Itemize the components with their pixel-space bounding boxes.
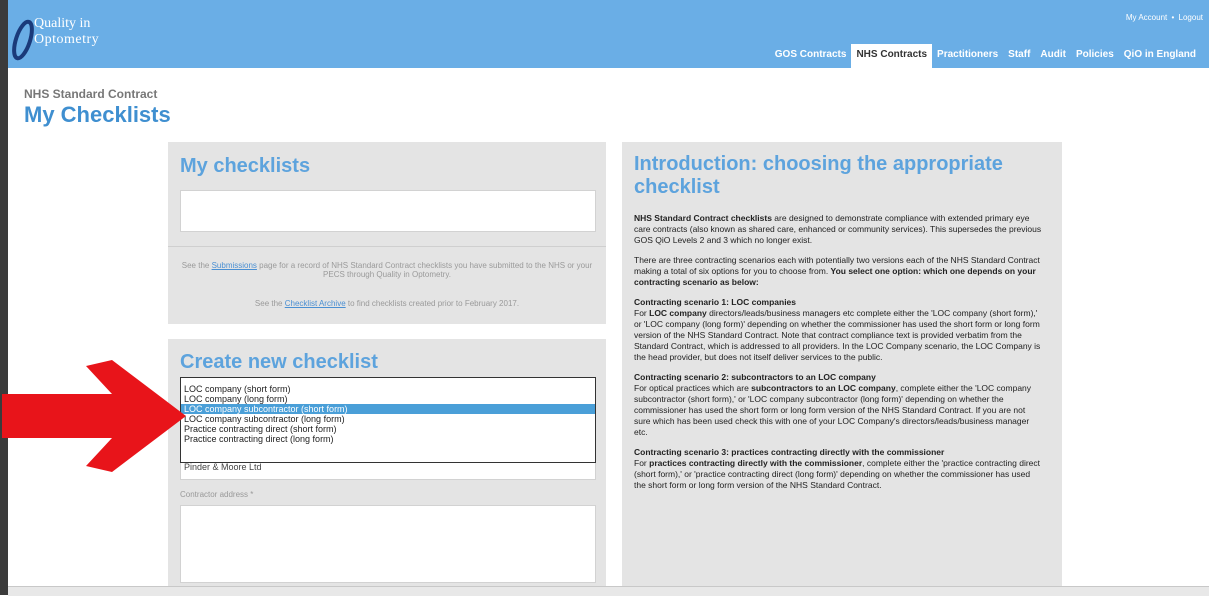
scenario-3-text: For practices contracting directly with … xyxy=(634,458,1041,490)
separator: • xyxy=(1171,13,1175,22)
scenario-2-heading: Contracting scenario 2: subcontractors t… xyxy=(634,372,876,382)
logo-line2: Optometry xyxy=(34,32,100,47)
option-loc-short[interactable]: LOC company (short form) xyxy=(181,384,595,394)
my-checklists-list xyxy=(180,190,596,232)
contractor-address-label: Contractor address * xyxy=(180,490,254,499)
checklist-type-dropdown[interactable]: LOC company (short form) LOC company (lo… xyxy=(180,377,596,463)
option-practice-long[interactable]: Practice contracting direct (long form) xyxy=(181,434,595,444)
option-loc-sub-short[interactable]: LOC company subcontractor (short form) xyxy=(181,404,595,414)
logo-line1: Quality in xyxy=(34,16,91,31)
nav-nhs-contracts[interactable]: NHS Contracts xyxy=(851,44,933,68)
site-header: Quality in Optometry My Account • Logout… xyxy=(8,0,1209,68)
nav-audit[interactable]: Audit xyxy=(1035,44,1071,68)
option-loc-sub-long[interactable]: LOC company subcontractor (long form) xyxy=(181,414,595,424)
create-checklist-title: Create new checklist xyxy=(180,351,378,373)
my-account-link[interactable]: My Account xyxy=(1126,13,1167,22)
window-edge xyxy=(0,0,8,595)
intro-paragraph-1: NHS Standard Contract checklists are des… xyxy=(634,213,1042,245)
nav-qio-in-england[interactable]: QiO in England xyxy=(1119,44,1201,68)
option-loc-long[interactable]: LOC company (long form) xyxy=(181,394,595,404)
nav-gos-contracts[interactable]: GOS Contracts xyxy=(770,44,852,68)
scenario-3-heading: Contracting scenario 3: practices contra… xyxy=(634,447,945,457)
introduction-title: Introduction: choosing the appropriate c… xyxy=(634,153,1003,198)
scenario-2-text: For optical practices which are subcontr… xyxy=(634,383,1032,437)
intro-paragraph-2: There are three contracting scenarios ea… xyxy=(634,255,1040,287)
scenario-1-text: For LOC company directors/leads/business… xyxy=(634,308,1041,362)
main-nav: GOS Contracts NHS Contracts Practitioner… xyxy=(770,44,1201,68)
contractor-address-field[interactable] xyxy=(180,505,596,583)
checklist-archive-link[interactable]: Checklist Archive xyxy=(285,299,346,308)
option-practice-short[interactable]: Practice contracting direct (short form) xyxy=(181,424,595,434)
introduction-body: NHS Standard Contract checklists are des… xyxy=(634,213,1044,500)
nav-staff[interactable]: Staff xyxy=(1003,44,1035,68)
site-logo[interactable]: Quality in Optometry xyxy=(12,16,162,64)
submissions-link[interactable]: Submissions xyxy=(212,261,257,270)
page-subtitle: NHS Standard Contract xyxy=(24,87,158,101)
nav-practitioners[interactable]: Practitioners xyxy=(932,44,1003,68)
logout-link[interactable]: Logout xyxy=(1179,13,1203,22)
submissions-info: See the Submissions page for a record of… xyxy=(181,261,593,279)
panel-divider xyxy=(168,246,606,247)
my-checklists-title: My checklists xyxy=(180,155,311,177)
archive-info: See the Checklist Archive to find checkl… xyxy=(254,299,520,308)
red-arrow-icon xyxy=(2,360,186,472)
account-links: My Account • Logout xyxy=(1124,13,1203,22)
scenario-1-heading: Contracting scenario 1: LOC companies xyxy=(634,297,797,307)
page-title: My Checklists xyxy=(24,102,171,127)
nav-policies[interactable]: Policies xyxy=(1071,44,1119,68)
